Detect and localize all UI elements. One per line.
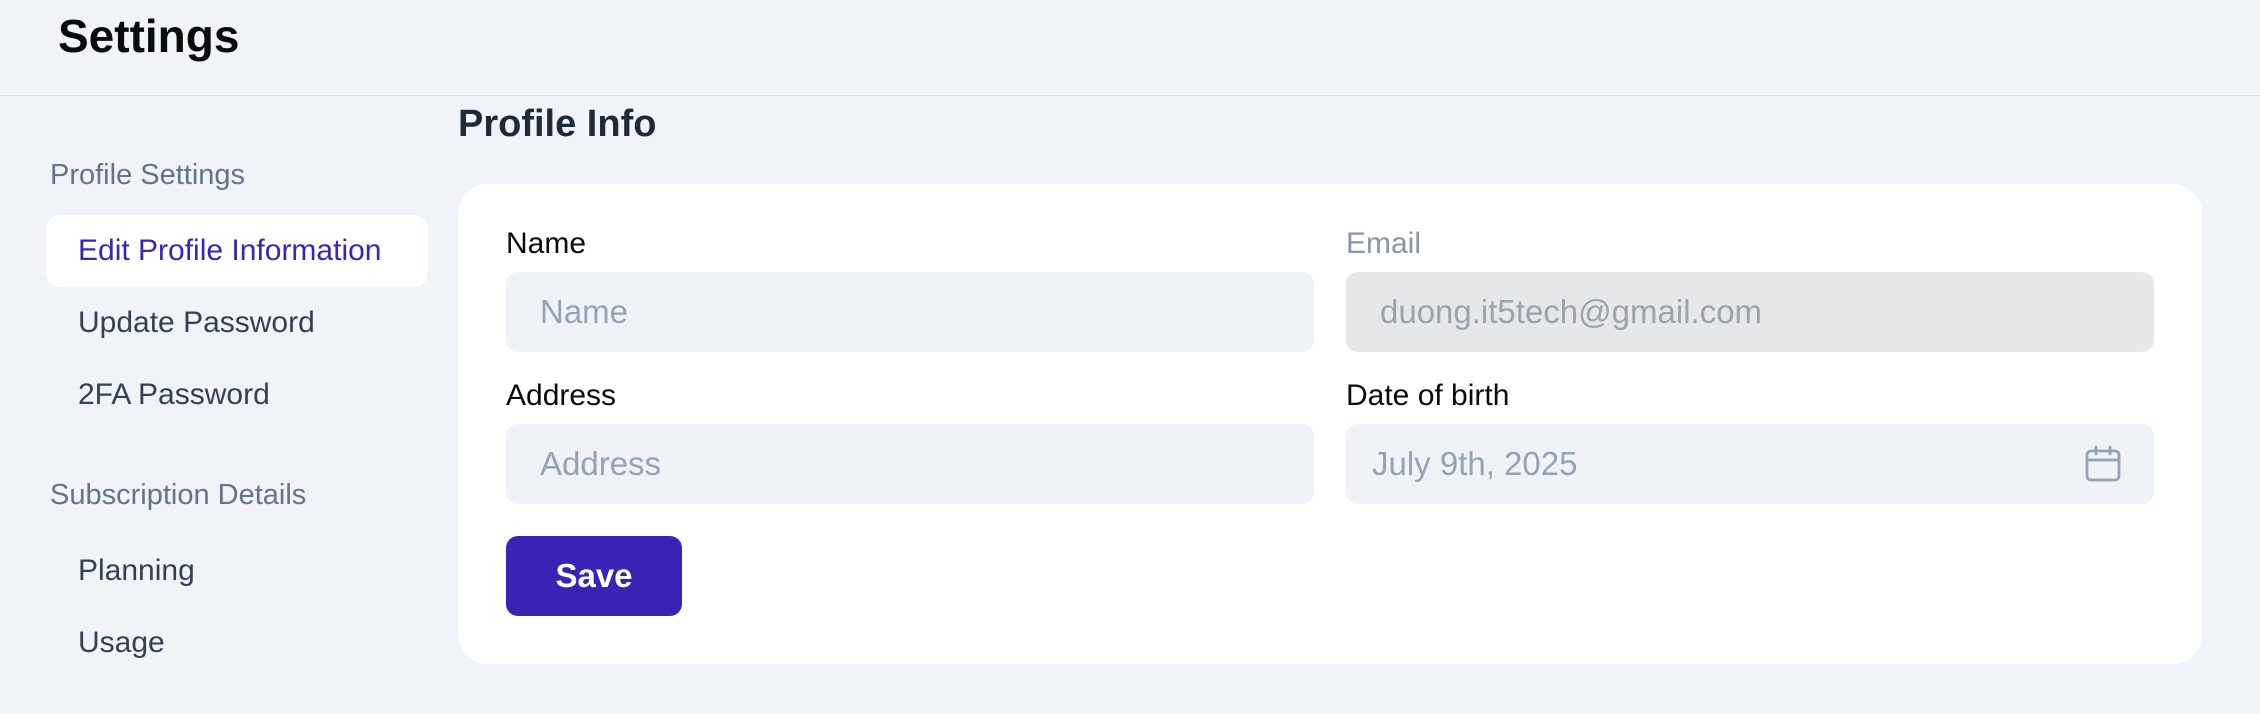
dob-label: Date of birth xyxy=(1346,379,1510,412)
sidebar-item-usage[interactable]: Usage xyxy=(46,607,428,679)
profile-form-card: Name Email duong.it5tech@gmail.com Addre… xyxy=(458,184,2202,664)
address-label: Address xyxy=(506,379,617,412)
address-input[interactable] xyxy=(506,424,1314,504)
sidebar-item-label: 2FA Password xyxy=(78,378,270,411)
dob-value: July 9th, 2025 xyxy=(1372,445,1578,482)
name-input[interactable] xyxy=(506,272,1314,352)
sidebar-item-planning[interactable]: Planning xyxy=(46,535,428,607)
dob-date-picker[interactable]: July 9th, 2025 xyxy=(1346,424,2154,504)
page-header: Settings xyxy=(0,0,2260,96)
sidebar-item-label: Usage xyxy=(78,626,165,659)
sidebar-item-edit-profile[interactable]: Edit Profile Information xyxy=(46,215,428,287)
sidebar-item-label: Edit Profile Information xyxy=(78,234,382,267)
name-label: Name xyxy=(506,227,587,260)
sidebar-section-subscription-details: Subscription Details xyxy=(50,479,307,511)
section-title: Profile Info xyxy=(458,103,657,145)
calendar-icon[interactable] xyxy=(2084,445,2122,483)
page-title: Settings xyxy=(58,10,240,62)
settings-sidebar: Profile Settings Edit Profile Informatio… xyxy=(0,96,440,714)
save-button[interactable]: Save xyxy=(506,536,682,616)
email-field: duong.it5tech@gmail.com xyxy=(1346,272,2154,352)
sidebar-item-label: Update Password xyxy=(78,306,315,339)
sidebar-item-2fa-password[interactable]: 2FA Password xyxy=(46,359,428,431)
sidebar-section-profile-settings: Profile Settings xyxy=(50,159,246,191)
sidebar-item-label: Planning xyxy=(78,554,195,587)
sidebar-item-update-password[interactable]: Update Password xyxy=(46,287,428,359)
email-label: Email xyxy=(1346,227,1422,260)
